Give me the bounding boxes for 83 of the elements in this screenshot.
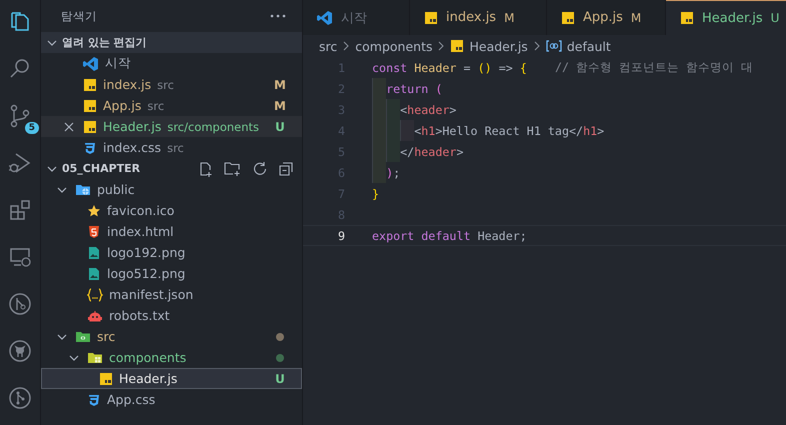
robot-icon <box>87 308 103 322</box>
components-folder-icon <box>87 350 103 364</box>
breadcrumb-item[interactable]: Header.js <box>469 38 528 54</box>
indent-guide <box>372 78 386 99</box>
file-name[interactable]: robots.txt <box>109 308 170 323</box>
file-path: src <box>157 78 174 92</box>
indent-guide <box>372 162 386 183</box>
chevron-icon <box>437 41 446 51</box>
code-line: </header> <box>400 144 464 160</box>
code-line: ); <box>386 164 400 182</box>
git-status: U <box>274 372 286 386</box>
line-number: 9 <box>336 228 345 242</box>
folder-header[interactable]: 05_CHAPTER <box>62 162 140 175</box>
new-folder-icon[interactable] <box>224 160 242 176</box>
collapse-all-icon[interactable] <box>278 160 294 176</box>
git-status: U <box>274 120 286 134</box>
star-icon <box>87 204 101 218</box>
editor-tab[interactable]: index.js M <box>410 0 547 35</box>
symbol-icon <box>546 40 562 52</box>
code-line: export default Header; <box>372 228 527 244</box>
js-file-icon <box>83 120 97 134</box>
vscode-logo-icon <box>317 10 333 26</box>
git-status: M <box>274 78 286 92</box>
js-file-icon <box>99 372 113 386</box>
sidebar-title: 탐색기 <box>61 8 97 24</box>
folder-name[interactable]: public <box>97 182 135 197</box>
editor-tab[interactable]: Header.js U <box>666 0 786 35</box>
file-name[interactable]: logo192.png <box>107 245 186 260</box>
breadcrumb-item[interactable]: src <box>319 38 338 54</box>
image-file-icon <box>87 266 101 280</box>
count-badge: 5 <box>24 122 39 134</box>
file-name[interactable]: index.css <box>103 140 162 155</box>
js-file-icon <box>450 39 464 53</box>
file-path: src/components <box>167 120 260 134</box>
css-file-icon <box>87 392 101 406</box>
js-file-icon <box>561 10 575 24</box>
indent-guide <box>400 120 414 141</box>
folder-name[interactable]: src <box>97 329 116 344</box>
chevron-icon <box>342 41 350 51</box>
css-file-icon <box>83 140 97 154</box>
more-actions-icon[interactable] <box>270 14 286 18</box>
branch-circle-icon[interactable] <box>8 292 32 316</box>
breadcrumb-item[interactable]: components <box>355 38 432 54</box>
js-file-icon <box>424 10 438 24</box>
code-line: } <box>372 186 380 202</box>
indent-guide <box>386 141 400 162</box>
js-file-icon <box>83 78 97 92</box>
code-line: <header> <box>400 102 456 118</box>
code-line: const Header = () => { // 함수형 컴포넌트는 함수명이 대 <box>372 59 754 76</box>
html-file-icon <box>87 224 101 238</box>
file-name[interactable]: App.css <box>107 392 156 407</box>
code-line: return ( <box>386 80 442 98</box>
js-file-icon <box>680 11 694 25</box>
folder-name[interactable]: components <box>109 350 186 365</box>
run-debug-icon[interactable] <box>8 151 32 175</box>
file-name[interactable]: index.js <box>103 77 152 92</box>
globe-folder-icon <box>75 182 91 196</box>
file-name[interactable]: Header.js <box>103 119 162 134</box>
image-file-icon <box>87 246 101 260</box>
file-name[interactable]: manifest.json <box>109 287 194 302</box>
new-file-icon[interactable] <box>198 160 214 176</box>
file-path: src <box>167 140 184 154</box>
vscode-logo-icon <box>83 56 99 72</box>
code-line: <h1>Hello React H1 tag</h1> <box>414 122 604 140</box>
breadcrumb-item[interactable]: default <box>566 38 611 54</box>
js-file-icon <box>83 98 97 112</box>
extensions-icon[interactable] <box>8 198 32 222</box>
chevron-icon <box>532 41 541 51</box>
file-name[interactable]: index.html <box>107 224 174 239</box>
json-braces-icon <box>87 288 103 302</box>
file-name[interactable]: App.js <box>103 98 142 113</box>
code-folder-icon <box>75 330 91 344</box>
file-name[interactable]: 시작 <box>105 55 131 72</box>
refresh-icon[interactable] <box>252 160 268 176</box>
file-name[interactable]: Header.js <box>119 371 178 386</box>
file-name[interactable]: favicon.ico <box>107 203 174 218</box>
git-graph-icon[interactable] <box>8 386 32 410</box>
close-icon[interactable] <box>64 122 74 132</box>
git-status: M <box>274 98 286 112</box>
file-path: src <box>147 98 164 112</box>
github-icon[interactable] <box>8 339 32 363</box>
indent-guide <box>386 99 400 120</box>
file-name[interactable]: logo512.png <box>107 266 186 281</box>
